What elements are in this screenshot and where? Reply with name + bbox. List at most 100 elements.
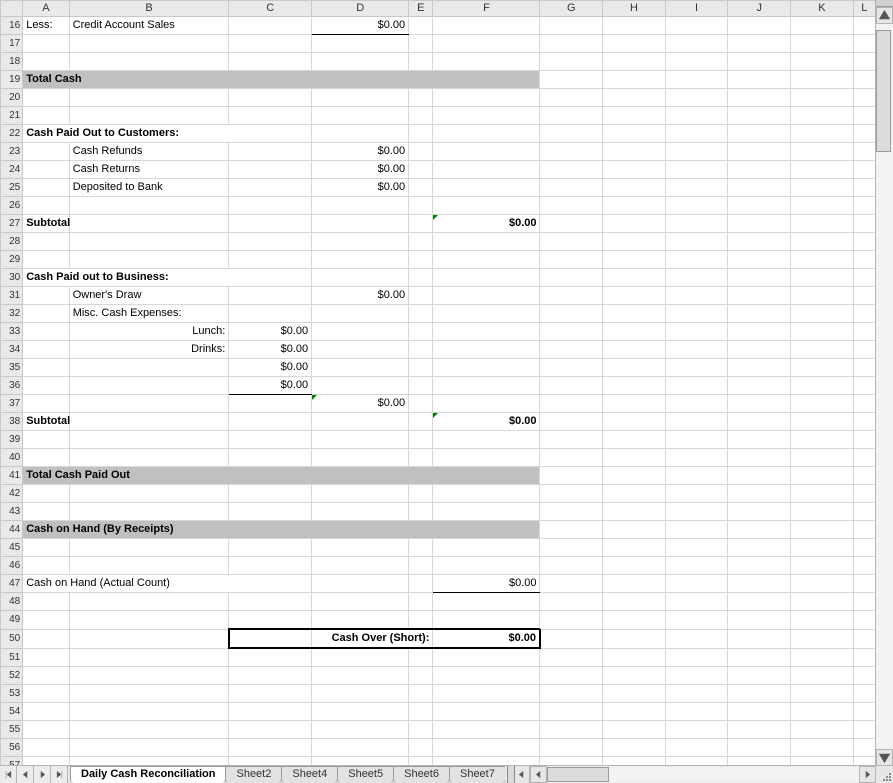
cell-B53[interactable]: [69, 685, 229, 703]
cell-J32[interactable]: [728, 305, 791, 323]
cell-L42[interactable]: [853, 485, 875, 503]
cell-E29[interactable]: [409, 251, 433, 269]
cell-F42[interactable]: [433, 485, 540, 503]
cell-L51[interactable]: [853, 648, 875, 667]
cell-B38[interactable]: [69, 413, 229, 431]
cell-F38[interactable]: $0.00: [433, 413, 540, 431]
cell-C40[interactable]: [229, 449, 312, 467]
cell-J50[interactable]: [728, 629, 791, 648]
cell-H19[interactable]: [603, 71, 666, 89]
cell-L16[interactable]: [853, 17, 875, 35]
cell-G49[interactable]: [540, 611, 603, 630]
cell-A43[interactable]: [23, 503, 69, 521]
cell-C27[interactable]: [229, 215, 312, 233]
cell-D16[interactable]: $0.00: [312, 17, 409, 35]
cell-F32[interactable]: [433, 305, 540, 323]
cell-A55[interactable]: [23, 721, 69, 739]
cell-J24[interactable]: [728, 161, 791, 179]
cell-F31[interactable]: [433, 287, 540, 305]
cell-F29[interactable]: [433, 251, 540, 269]
cell-A29[interactable]: [23, 251, 69, 269]
vscroll-thumb[interactable]: [876, 30, 891, 152]
cell-G20[interactable]: [540, 89, 603, 107]
cell-A50[interactable]: [23, 629, 69, 648]
cell-G32[interactable]: [540, 305, 603, 323]
cell-C28[interactable]: [229, 233, 312, 251]
cell-I47[interactable]: [665, 575, 728, 593]
cell-A47[interactable]: Cash on Hand (Actual Count): [23, 575, 312, 593]
cell-G39[interactable]: [540, 431, 603, 449]
cell-K32[interactable]: [791, 305, 854, 323]
cell-F54[interactable]: [433, 703, 540, 721]
cell-J34[interactable]: [728, 341, 791, 359]
cell-D54[interactable]: [312, 703, 409, 721]
scroll-up-button[interactable]: [876, 7, 893, 24]
cell-C51[interactable]: [229, 648, 312, 667]
cell-D21[interactable]: [312, 107, 409, 125]
row-header[interactable]: 36: [1, 377, 23, 395]
cell-A33[interactable]: [23, 323, 69, 341]
cell-A49[interactable]: [23, 611, 69, 630]
cell-D30[interactable]: [312, 269, 409, 287]
cell-H31[interactable]: [603, 287, 666, 305]
scroll-down-button[interactable]: [876, 749, 893, 766]
col-header-G[interactable]: G: [540, 1, 603, 17]
cell-D17[interactable]: [312, 35, 409, 53]
cell-K43[interactable]: [791, 503, 854, 521]
cell-D37[interactable]: $0.00: [312, 395, 409, 413]
cell-C16[interactable]: [229, 17, 312, 35]
cell-J17[interactable]: [728, 35, 791, 53]
cell-J46[interactable]: [728, 557, 791, 575]
col-header-J[interactable]: J: [728, 1, 791, 17]
cell-L27[interactable]: [853, 215, 875, 233]
cell-B51[interactable]: [69, 648, 229, 667]
tab-nav-first[interactable]: [0, 766, 17, 783]
cell-L45[interactable]: [853, 539, 875, 557]
row-header[interactable]: 56: [1, 739, 23, 757]
cell-F18[interactable]: [433, 53, 540, 71]
cell-K39[interactable]: [791, 431, 854, 449]
cell-F43[interactable]: [433, 503, 540, 521]
v-split-handle[interactable]: [876, 0, 893, 7]
cell-G45[interactable]: [540, 539, 603, 557]
cell-G35[interactable]: [540, 359, 603, 377]
cell-A40[interactable]: [23, 449, 69, 467]
cell-C32[interactable]: [229, 305, 312, 323]
cell-A56[interactable]: [23, 739, 69, 757]
cell-G28[interactable]: [540, 233, 603, 251]
cell-F24[interactable]: [433, 161, 540, 179]
cell-H46[interactable]: [603, 557, 666, 575]
cell-E42[interactable]: [409, 485, 433, 503]
cell-B27[interactable]: [69, 215, 229, 233]
cell-J19[interactable]: [728, 71, 791, 89]
cell-G44[interactable]: [540, 521, 603, 539]
cell-I16[interactable]: [665, 17, 728, 35]
cell-E31[interactable]: [409, 287, 433, 305]
cell-L30[interactable]: [853, 269, 875, 287]
cell-K33[interactable]: [791, 323, 854, 341]
cell-A22[interactable]: Cash Paid Out to Customers:: [23, 125, 312, 143]
cell-H55[interactable]: [603, 721, 666, 739]
cell-L23[interactable]: [853, 143, 875, 161]
cell-F33[interactable]: [433, 323, 540, 341]
cell-K24[interactable]: [791, 161, 854, 179]
cell-G18[interactable]: [540, 53, 603, 71]
cell-B35[interactable]: [69, 359, 229, 377]
cell-F26[interactable]: [433, 197, 540, 215]
cell-A42[interactable]: [23, 485, 69, 503]
cell-I42[interactable]: [665, 485, 728, 503]
row-header[interactable]: 51: [1, 648, 23, 667]
cell-J39[interactable]: [728, 431, 791, 449]
cell-K22[interactable]: [791, 125, 854, 143]
cell-C34[interactable]: $0.00: [229, 341, 312, 359]
cell-G55[interactable]: [540, 721, 603, 739]
cell-J20[interactable]: [728, 89, 791, 107]
cell-F46[interactable]: [433, 557, 540, 575]
cell-J21[interactable]: [728, 107, 791, 125]
row-header[interactable]: 26: [1, 197, 23, 215]
row-header[interactable]: 35: [1, 359, 23, 377]
cell-B45[interactable]: [69, 539, 229, 557]
cell-L53[interactable]: [853, 685, 875, 703]
cell-A27[interactable]: Subtotal: [23, 215, 69, 233]
cell-J22[interactable]: [728, 125, 791, 143]
